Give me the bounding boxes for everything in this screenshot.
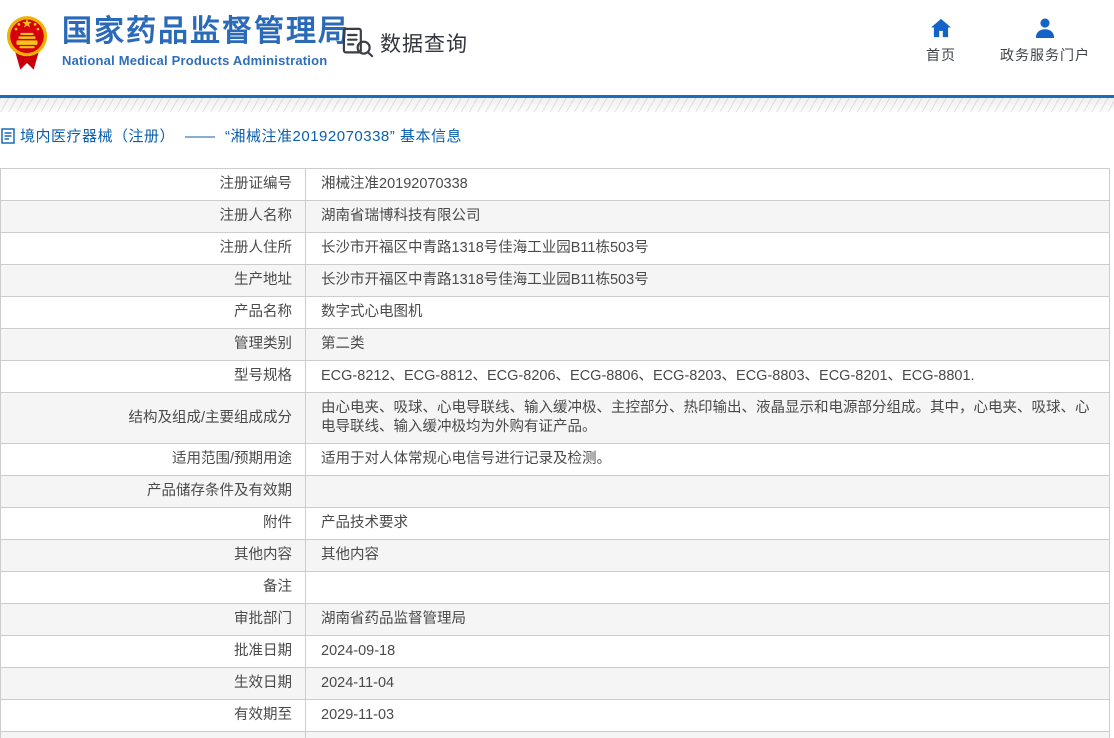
row-value (305, 731, 1110, 738)
row-label: 批准日期 (0, 635, 306, 668)
breadcrumb-text: 境内医疗器械（注册） —— “湘械注准20192070338” 基本信息 (20, 125, 462, 146)
row-value: 湖南省瑞博科技有限公司 (305, 200, 1110, 233)
home-icon (931, 18, 951, 38)
table-row: 管理类别 第二类 (0, 328, 1110, 361)
table-row: 型号规格 ECG-8212、ECG-8812、ECG-8206、ECG-8806、… (0, 360, 1110, 393)
row-label: 产品储存条件及有效期 (0, 475, 306, 508)
row-label: 备注 (0, 571, 306, 604)
data-query-nav[interactable]: 数据查询 (342, 27, 468, 58)
row-value: 2029-11-03 (305, 699, 1110, 732)
row-value: 产品技术要求 (305, 507, 1110, 540)
row-value: 由心电夹、吸球、心电导联线、输入缓冲极、主控部分、热印输出、液晶显示和电源部分组… (305, 392, 1110, 444)
registration-info-table: 注册证编号 湘械注准20192070338 注册人名称 湖南省瑞博科技有限公司 注册人住… (0, 168, 1110, 738)
nav-portal-link[interactable]: 政务服务门户 (1000, 18, 1090, 65)
row-value: 适用于对人体常规心电信号进行记录及检测。 (305, 443, 1110, 476)
row-label: 注册证编号 (0, 168, 306, 201)
breadcrumb: 境内医疗器械（注册） —— “湘械注准20192070338” 基本信息 (0, 112, 1114, 168)
row-value: ECG-8212、ECG-8812、ECG-8206、ECG-8806、ECG-… (305, 360, 1110, 393)
row-label: 有效期至 (0, 699, 306, 732)
table-row: 生效日期 2024-11-04 (0, 667, 1110, 700)
row-label: 型号规格 (0, 360, 306, 393)
page-title: “湘械注准20192070338” 基本信息 (225, 128, 462, 145)
row-value: 湖南省药品监督管理局 (305, 603, 1110, 636)
table-row: 附件 产品技术要求 (0, 507, 1110, 540)
national-emblem-icon (6, 16, 48, 70)
row-value (305, 475, 1110, 508)
row-value: 长沙市开福区中青路1318号佳海工业园B11栋503号 (305, 264, 1110, 297)
row-label: 其他内容 (0, 539, 306, 572)
table-row: 产品储存条件及有效期 (0, 475, 1110, 508)
row-label: 注册人住所 (0, 232, 306, 265)
row-value: 湘械注准20192070338 (305, 168, 1110, 201)
document-search-icon (342, 27, 374, 58)
info-table-body: 注册证编号 湘械注准20192070338 注册人名称 湖南省瑞博科技有限公司 注册人住… (0, 168, 1110, 738)
table-row: 批准日期 2024-09-18 (0, 635, 1110, 668)
row-label: 生产地址 (0, 264, 306, 297)
row-value: 其他内容 (305, 539, 1110, 572)
table-row: 审批部门 湖南省药品监督管理局 (0, 603, 1110, 636)
row-value: 长沙市开福区中青路1318号佳海工业园B11栋503号 (305, 232, 1110, 265)
row-label: 管理类别 (0, 328, 306, 361)
table-row: 适用范围/预期用途 适用于对人体常规心电信号进行记录及检测。 (0, 443, 1110, 476)
breadcrumb-separator: —— (185, 128, 216, 145)
site-title: 国家药品监督管理局 (62, 15, 350, 48)
site-subtitle: National Medical Products Administration (62, 53, 328, 68)
table-row: 其他内容 其他内容 (0, 539, 1110, 572)
row-label: 结构及组成/主要组成成分 (0, 392, 306, 444)
table-row: 备注 (0, 571, 1110, 604)
nav-home-label: 首页 (926, 47, 956, 63)
top-nav: 首页 政务服务门户 (926, 18, 1090, 65)
table-row: 注册人住所 长沙市开福区中青路1318号佳海工业园B11栋503号 (0, 232, 1110, 265)
table-row: 注册证编号 湘械注准20192070338 (0, 168, 1110, 201)
row-value (305, 571, 1110, 604)
table-row: 有效期至 2029-11-03 (0, 699, 1110, 732)
row-label: 审批部门 (0, 603, 306, 636)
document-icon (1, 127, 15, 144)
table-row: 产品名称 数字式心电图机 (0, 296, 1110, 329)
row-label: 适用范围/预期用途 (0, 443, 306, 476)
row-value: 数字式心电图机 (305, 296, 1110, 329)
table-row (0, 731, 1110, 738)
row-value: 2024-09-18 (305, 635, 1110, 668)
row-value: 2024-11-04 (305, 667, 1110, 700)
nav-portal-label: 政务服务门户 (1000, 47, 1090, 63)
site-header: 国家药品监督管理局 National Medical Products Admi… (0, 0, 1114, 95)
row-label: 附件 (0, 507, 306, 540)
nav-home-link[interactable]: 首页 (926, 18, 956, 65)
table-row: 结构及组成/主要组成成分 由心电夹、吸球、心电导联线、输入缓冲极、主控部分、热印输… (0, 392, 1110, 444)
hatched-band (0, 98, 1114, 112)
national-emblem-logo[interactable] (6, 9, 48, 73)
table-row: 生产地址 长沙市开福区中青路1318号佳海工业园B11栋503号 (0, 264, 1110, 297)
row-value: 第二类 (305, 328, 1110, 361)
data-query-label: 数据查询 (380, 32, 468, 56)
row-label: 注册人名称 (0, 200, 306, 233)
site-brand: 国家药品监督管理局 National Medical Products Admi… (62, 15, 350, 68)
row-label: 生效日期 (0, 667, 306, 700)
table-row: 注册人名称 湖南省瑞博科技有限公司 (0, 200, 1110, 233)
row-label: 产品名称 (0, 296, 306, 329)
user-icon (1035, 18, 1055, 38)
row-label (0, 731, 306, 738)
breadcrumb-category: 境内医疗器械（注册） (20, 128, 176, 145)
